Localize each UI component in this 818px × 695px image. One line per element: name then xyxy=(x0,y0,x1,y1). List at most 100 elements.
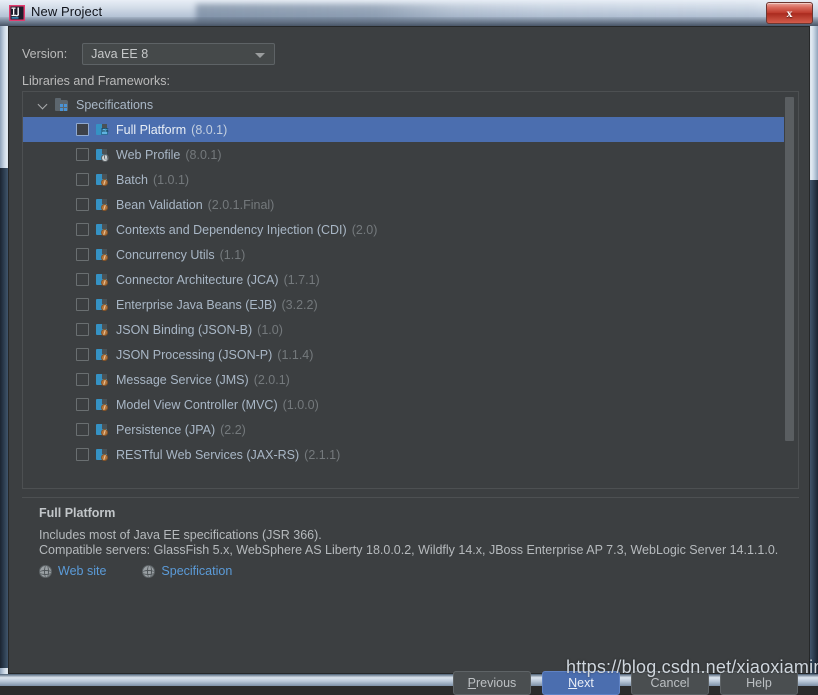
web-site-link-label: Web site xyxy=(58,564,107,578)
web-profile-icon xyxy=(95,148,110,162)
tree-item-version: (3.2.2) xyxy=(281,297,318,312)
title-bar[interactable]: New Project x xyxy=(0,0,818,26)
spec-icon xyxy=(95,173,110,187)
description-separator xyxy=(22,497,799,498)
tree-item-version: (2.1.1) xyxy=(304,447,341,462)
previous-button[interactable]: Previous xyxy=(453,671,531,695)
specification-link-label: Specification xyxy=(161,564,233,578)
spec-icon xyxy=(95,323,110,337)
platform-icon: EE xyxy=(95,123,110,137)
tree-item-version: (1.0.0) xyxy=(282,397,319,412)
specification-link[interactable]: Specification xyxy=(142,564,232,578)
globe-icon xyxy=(142,564,156,578)
version-label: Version: xyxy=(22,47,68,61)
tree-item-json-processing[interactable]: JSON Processing (JSON-P) (1.1.4) xyxy=(23,342,785,367)
spec-icon xyxy=(95,423,110,437)
chevron-down-icon[interactable] xyxy=(37,98,50,111)
tree-item-jax-rs[interactable]: RESTful Web Services (JAX-RS) (2.1.1) xyxy=(23,442,785,467)
tree-item-cdi[interactable]: Contexts and Dependency Injection (CDI) … xyxy=(23,217,785,242)
web-site-link[interactable]: Web site xyxy=(39,564,106,578)
tree-item-mvc[interactable]: Model View Controller (MVC) (1.0.0) xyxy=(23,392,785,417)
checkbox[interactable] xyxy=(76,223,89,236)
tree-item-jms[interactable]: Message Service (JMS) (2.0.1) xyxy=(23,367,785,392)
checkbox[interactable] xyxy=(76,198,89,211)
tree-item-version: (1.7.1) xyxy=(283,272,320,287)
description-line-2: Compatible servers: GlassFish 5.x, WebSp… xyxy=(39,543,779,557)
tree-item-version: (1.0.1) xyxy=(152,172,190,187)
new-project-dialog-window: New Project x Version: Java EE 8 Librari… xyxy=(0,0,818,695)
checkbox[interactable] xyxy=(76,173,89,186)
version-dropdown-value: Java EE 8 xyxy=(91,47,149,61)
spec-icon xyxy=(95,198,110,212)
libraries-tree-list: Specifications EE Full Platform (8.0.1) xyxy=(23,92,785,467)
tree-item-concurrency-utils[interactable]: Concurrency Utils (1.1) xyxy=(23,242,785,267)
tree-item-version: (2.0.1) xyxy=(253,372,290,387)
chevron-down-icon xyxy=(255,53,266,58)
checkbox[interactable] xyxy=(76,148,89,161)
version-row: Version: Java EE 8 xyxy=(22,43,276,65)
tree-item-version: (1.0) xyxy=(257,322,283,337)
title-bar-shade xyxy=(0,17,818,26)
checkbox[interactable] xyxy=(76,273,89,286)
checkbox[interactable] xyxy=(76,348,89,361)
tree-item-web-profile[interactable]: Web Profile (8.0.1) xyxy=(23,142,785,167)
checkbox[interactable] xyxy=(76,323,89,336)
tree-item-label: Model View Controller (MVC) xyxy=(116,397,278,412)
tree-group-specifications[interactable]: Specifications xyxy=(23,92,785,117)
previous-button-mnemonic: P xyxy=(467,676,477,690)
intellij-idea-icon xyxy=(9,5,25,21)
spec-icon xyxy=(95,448,110,462)
tree-item-label: RESTful Web Services (JAX-RS) xyxy=(116,447,300,462)
tree-item-label: JSON Binding (JSON-B) xyxy=(116,322,253,337)
tree-item-label: Persistence (JPA) xyxy=(116,422,216,437)
tree-item-ejb[interactable]: Enterprise Java Beans (EJB) (3.2.2) xyxy=(23,292,785,317)
spec-icon xyxy=(95,373,110,387)
globe-icon xyxy=(39,564,52,578)
spec-icon xyxy=(95,348,110,362)
checkbox[interactable] xyxy=(76,448,89,461)
checkbox[interactable] xyxy=(76,298,89,311)
tree-item-label: Bean Validation xyxy=(116,197,203,212)
watermark: https://blog.csdn.net/xiaoxiamimm xyxy=(566,657,818,677)
checkbox[interactable] xyxy=(76,398,89,411)
tree-scrollbar-thumb[interactable] xyxy=(785,97,794,441)
tree-item-jpa[interactable]: Persistence (JPA) (2.2) xyxy=(23,417,785,442)
tree-item-full-platform[interactable]: EE Full Platform (8.0.1) xyxy=(23,117,785,142)
libraries-tree-panel[interactable]: Specifications EE Full Platform (8.0.1) xyxy=(22,91,799,489)
tree-item-jca[interactable]: Connector Architecture (JCA) (1.7.1) xyxy=(23,267,785,292)
module-icon xyxy=(55,97,70,112)
tree-item-label: Enterprise Java Beans (EJB) xyxy=(116,297,277,312)
tree-item-batch[interactable]: Batch (1.0.1) xyxy=(23,167,785,192)
tree-item-label: Web Profile xyxy=(116,147,181,162)
next-button-label: ext xyxy=(577,676,594,690)
spec-icon xyxy=(95,248,110,262)
checkbox[interactable] xyxy=(76,423,89,436)
tree-item-version: (2.2) xyxy=(220,422,246,437)
spec-icon xyxy=(95,298,110,312)
close-button[interactable]: x xyxy=(766,2,813,24)
tree-item-label: Concurrency Utils xyxy=(116,247,215,262)
version-dropdown[interactable]: Java EE 8 xyxy=(82,43,276,65)
tree-item-label: JSON Processing (JSON-P) xyxy=(116,347,273,362)
tree-item-version: (1.1) xyxy=(219,247,246,262)
description-links: Web site Specification xyxy=(39,564,268,578)
tree-item-label: Contexts and Dependency Injection (CDI) xyxy=(116,222,347,237)
libraries-and-frameworks-label: Libraries and Frameworks: xyxy=(22,74,170,88)
tree-group-label: Specifications xyxy=(76,97,154,112)
tree-item-version: (8.0.1) xyxy=(191,122,228,137)
tree-item-label: Connector Architecture (JCA) xyxy=(116,272,279,287)
spec-icon xyxy=(95,273,110,287)
description-title: Full Platform xyxy=(39,506,116,520)
checkbox[interactable] xyxy=(76,123,89,136)
next-button-mnemonic: N xyxy=(568,676,578,690)
checkbox[interactable] xyxy=(76,248,89,261)
previous-button-label: revious xyxy=(476,676,517,690)
tree-item-bean-validation[interactable]: Bean Validation (2.0.1.Final) xyxy=(23,192,785,217)
tree-scrollbar-track[interactable] xyxy=(784,93,797,488)
checkbox[interactable] xyxy=(76,373,89,386)
cancel-button-label: Cancel xyxy=(650,676,690,690)
description-line-1: Includes most of Java EE specifications … xyxy=(39,528,322,542)
tree-item-json-binding[interactable]: JSON Binding (JSON-B) (1.0) xyxy=(23,317,785,342)
window-title: New Project xyxy=(31,4,103,19)
dialog-client-area: Version: Java EE 8 Libraries and Framewo… xyxy=(8,26,810,695)
